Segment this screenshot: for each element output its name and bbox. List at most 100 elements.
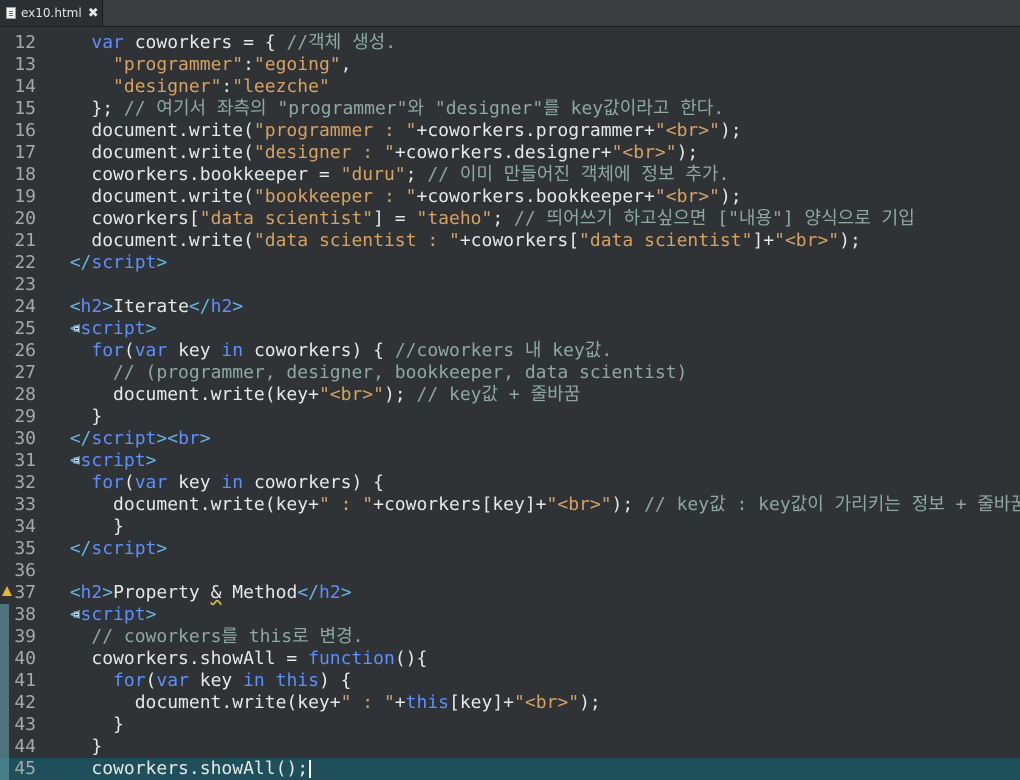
token-text: , — [340, 54, 352, 75]
code-line[interactable]: 43 } — [0, 714, 1020, 736]
warning-icon[interactable] — [2, 586, 12, 596]
token-tag: > — [156, 538, 168, 559]
token-text: document.write(key+ — [134, 692, 341, 713]
token-tag: < — [69, 604, 81, 625]
fold-marker[interactable] — [36, 604, 80, 626]
code-editor[interactable]: 12 var coworkers = { //객체 생성. 13 "program… — [0, 27, 1020, 780]
fold-marker[interactable] — [36, 450, 80, 472]
line-number: 21 — [14, 230, 36, 251]
code-line[interactable]: 29 } — [0, 406, 1020, 428]
token-keyword: script — [80, 604, 146, 625]
token-text: document.write( — [91, 142, 254, 163]
code-line[interactable]: 39 // coworkers를 this로 변경. — [0, 626, 1020, 648]
code-line[interactable]: 12 var coworkers = { //객체 생성. — [0, 32, 1020, 54]
token-tag: > — [145, 318, 157, 339]
tab-ex10-html[interactable]: ex10.html ✖ — [0, 0, 103, 26]
code-line[interactable]: 13 "programmer":"egoing", — [0, 54, 1020, 76]
line-number: 23 — [14, 274, 36, 295]
code-line[interactable]: 16 document.write("programmer : "+cowork… — [0, 120, 1020, 142]
token-keyword: in — [221, 472, 244, 493]
code-line[interactable]: 38 <script> — [0, 604, 1020, 626]
code-line[interactable]: 30 </script><br> — [0, 428, 1020, 450]
code-line[interactable]: 14 "designer":"leezche" — [0, 76, 1020, 98]
token-text: +coworkers.programmer+ — [416, 120, 655, 141]
tab-title: ex10.html — [21, 6, 82, 20]
close-icon[interactable]: ✖ — [88, 6, 99, 21]
code-line[interactable]: 40 coworkers.showAll = function(){ — [0, 648, 1020, 670]
code-line[interactable]: 44 } — [0, 736, 1020, 758]
token-text: document.write( — [91, 120, 254, 141]
token-text: coworkers.showAll = — [91, 648, 309, 669]
code-line[interactable]: 42 document.write(key+" : "+this[key]+"<… — [0, 692, 1020, 714]
code-line[interactable]: 28 document.write(key+"<br>"); // key값 +… — [0, 384, 1020, 406]
code-line[interactable]: 17 document.write("designer : "+coworker… — [0, 142, 1020, 164]
code-line[interactable]: 15 }; // 여기서 좌측의 "programmer"와 "designer… — [0, 98, 1020, 120]
token-keyword: for — [113, 670, 146, 691]
current-code-line[interactable]: 45 coworkers.showAll(); — [0, 758, 1020, 780]
token-text: } — [113, 516, 124, 537]
code-line[interactable]: 19 document.write("bookkeeper : "+cowork… — [0, 186, 1020, 208]
token-text: +coworkers[key]+ — [373, 494, 547, 515]
token-text: : — [221, 76, 233, 97]
token-text: ); — [579, 692, 601, 713]
code-line[interactable]: 35 </script> — [0, 538, 1020, 560]
token-string: " : " — [318, 494, 374, 515]
code-text: document.write("programmer : "+coworkers… — [48, 120, 741, 142]
code-line[interactable]: 33 document.write(key+" : "+coworkers[ke… — [0, 494, 1020, 516]
token-string: "<br>" — [774, 230, 840, 251]
code-text: <h2>Property & Method</h2> — [48, 582, 352, 604]
line-number: 28 — [14, 384, 36, 405]
code-text: var coworkers = { //객체 생성. — [48, 32, 396, 54]
token-text: coworkers.bookkeeper = — [91, 164, 341, 185]
token-string: "programmer : " — [253, 120, 417, 141]
token-text: coworkers = { — [123, 32, 287, 53]
code-line[interactable]: 23 — [0, 274, 1020, 296]
code-line[interactable]: 21 document.write("data scientist : "+co… — [0, 230, 1020, 252]
token-tag: > — [199, 428, 211, 449]
token-comment: //coworkers 내 key값. — [394, 340, 613, 361]
line-number: 22 — [14, 252, 36, 273]
line-number: 25 — [14, 318, 36, 339]
code-line[interactable]: 31 <script> — [0, 450, 1020, 472]
line-number: 43 — [14, 714, 36, 735]
token-keyword: script — [80, 450, 146, 471]
code-line[interactable]: 36 — [0, 560, 1020, 582]
code-text: // coworkers를 this로 변경. — [48, 626, 363, 648]
code-text: document.write(key+" : "+this[key]+"<br>… — [48, 692, 601, 714]
token-tag: </ — [69, 428, 92, 449]
token-text: +coworkers[ — [459, 230, 580, 251]
token-text: document.write(key+ — [113, 384, 319, 405]
token-text: document.write( — [91, 230, 254, 251]
fold-marker[interactable] — [36, 318, 80, 340]
code-text: </script><br> — [48, 428, 211, 450]
code-line[interactable]: 25 <script> — [0, 318, 1020, 340]
code-text: <h2>Iterate</h2> — [48, 296, 243, 318]
code-line[interactable]: 24 <h2>Iterate</h2> — [0, 296, 1020, 318]
token-text: document.write(key+ — [113, 494, 319, 515]
code-text: for(var key in coworkers) { //coworkers … — [48, 340, 612, 362]
code-line[interactable]: 34 } — [0, 516, 1020, 538]
code-line[interactable]: 27 // (programmer, designer, bookkeeper,… — [0, 362, 1020, 384]
code-line[interactable]: 20 coworkers["data scientist"] = "taeho"… — [0, 208, 1020, 230]
code-text: "programmer":"egoing", — [48, 54, 351, 76]
token-string: " : " — [340, 692, 395, 713]
code-line[interactable]: 32 for(var key in coworkers) { — [0, 472, 1020, 494]
token-tag: </ — [69, 538, 92, 559]
token-keyword: var — [134, 340, 168, 361]
line-number: 31 — [14, 450, 36, 471]
code-line[interactable]: 37 <h2>Property & Method</h2> — [0, 582, 1020, 604]
token-string: "designer" — [113, 76, 222, 97]
line-number: 41 — [14, 670, 36, 691]
token-comment: // 이미 만들어진 객체에 정보 추가. — [427, 164, 730, 185]
code-line[interactable]: 18 coworkers.bookkeeper = "duru"; // 이미 … — [0, 164, 1020, 186]
code-text: coworkers.bookkeeper = "duru"; // 이미 만들어… — [48, 164, 729, 186]
code-text: } — [48, 736, 102, 758]
code-text: <script> — [48, 450, 157, 472]
text-cursor — [309, 760, 312, 778]
code-line[interactable]: 41 for(var key in this) { — [0, 670, 1020, 692]
token-text: ); — [839, 230, 861, 251]
token-string: "<br>" — [318, 384, 384, 405]
line-number: 45 — [14, 758, 36, 779]
code-line[interactable]: 22 </script> — [0, 252, 1020, 274]
code-line[interactable]: 26 for(var key in coworkers) { //coworke… — [0, 340, 1020, 362]
